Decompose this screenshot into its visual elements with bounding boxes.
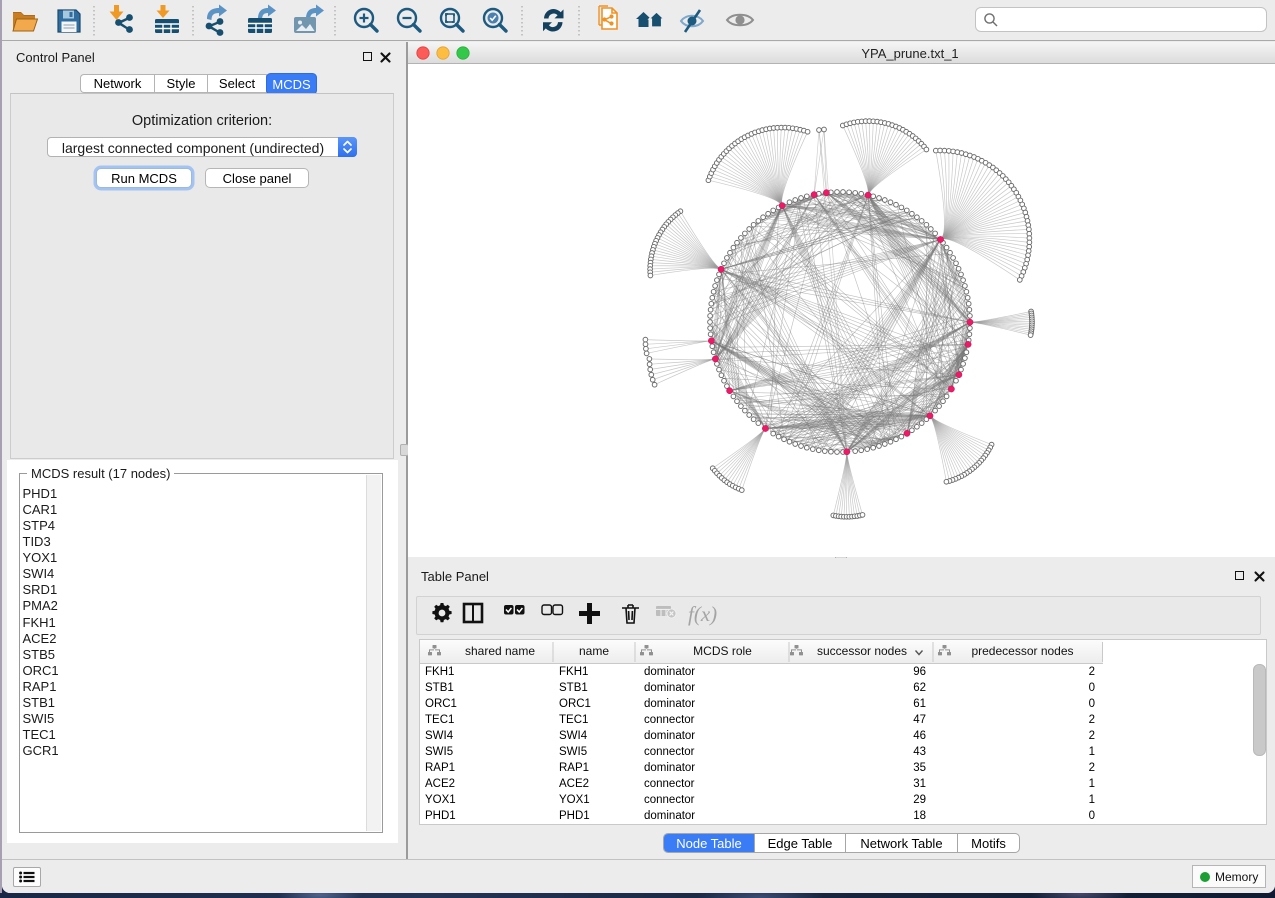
- svg-text:f(x): f(x): [688, 602, 717, 626]
